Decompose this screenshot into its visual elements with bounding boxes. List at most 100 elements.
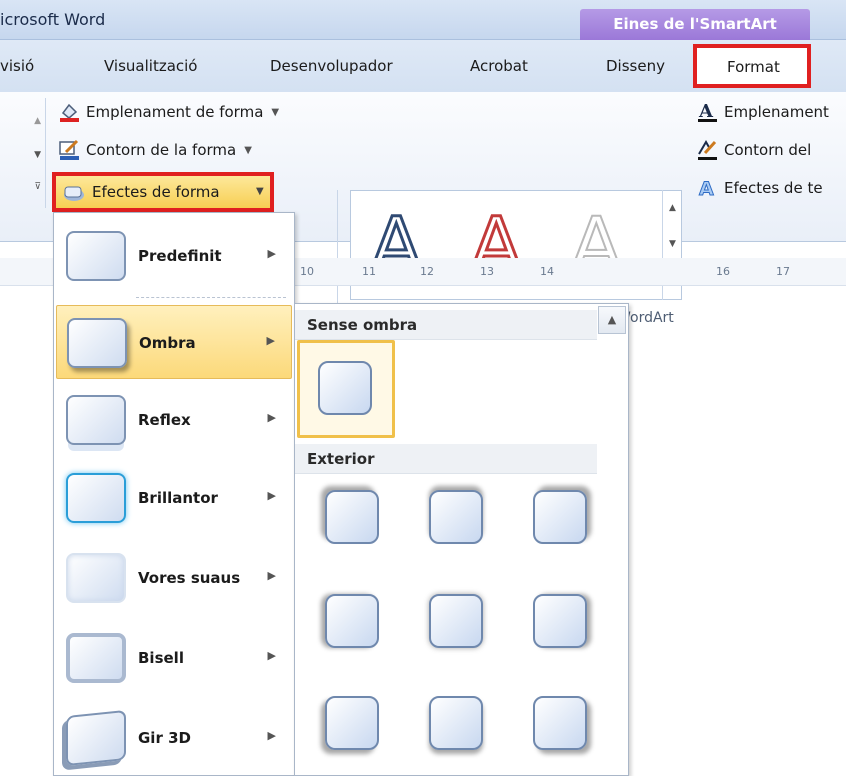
outer-shadow-preview-icon <box>533 490 587 544</box>
shape-effects-icon <box>62 183 86 207</box>
chevron-right-icon: ▶ <box>267 569 276 582</box>
section-header-outer: Exterior <box>295 444 597 474</box>
smartart-tools-header: Eines de l'SmartArt <box>580 9 810 40</box>
ruler-mark: 13 <box>480 265 494 278</box>
ruler-mark: 14 <box>540 265 554 278</box>
shadow-option-outer-9[interactable] <box>513 690 607 776</box>
chevron-right-icon: ▶ <box>267 489 276 502</box>
menu-separator <box>136 297 286 298</box>
chevron-down-icon: ▼ <box>244 144 252 156</box>
shape-fill-button[interactable]: Emplenament de forma ▼ <box>58 98 279 126</box>
ruler-mark: 16 <box>716 265 730 278</box>
menu-item-label: Predefinit <box>138 247 222 265</box>
ruler-mark: 12 <box>420 265 434 278</box>
outer-shadow-preview-icon <box>429 594 483 648</box>
outer-shadow-preview-icon <box>533 594 587 648</box>
text-effects-icon: A <box>696 177 718 201</box>
gallery-more-icon[interactable]: ⊽ <box>34 182 41 192</box>
tab-revisio[interactable]: visió <box>0 57 34 75</box>
shadow-option-outer-4[interactable] <box>305 588 399 682</box>
menu-item-vores-suaus[interactable]: Vores suaus ▶ <box>56 541 292 615</box>
chevron-down-icon: ▼ <box>256 186 264 197</box>
tab-format-label: Format <box>727 58 780 76</box>
chevron-right-icon: ▶ <box>267 247 276 260</box>
outer-shadow-preview-icon <box>325 490 379 544</box>
ruler-mark: 11 <box>362 265 376 278</box>
gallery-down-arrow-icon[interactable]: ▼ <box>663 226 682 262</box>
shape-fill-label: Emplenament de forma <box>86 103 264 121</box>
shape-outline-button[interactable]: Contorn de la forma ▼ <box>58 136 252 164</box>
text-fill-icon: A <box>696 101 718 123</box>
shadow-thumbnail-icon <box>67 318 127 368</box>
menu-item-label: Reflex <box>138 411 191 429</box>
tab-disseny[interactable]: Disseny <box>606 57 665 75</box>
chevron-down-icon: ▼ <box>271 106 280 118</box>
shape-style-gallery-edge: ▲ ▼ ⊽ <box>0 98 46 208</box>
soft-edges-thumbnail-icon <box>66 553 126 603</box>
text-fill-button[interactable]: A Emplenament <box>696 98 829 126</box>
shape-effects-menu: Predefinit ▶ Ombra ▶ Reflex ▶ Brillantor… <box>53 212 295 776</box>
menu-item-brillantor[interactable]: Brillantor ▶ <box>56 461 292 535</box>
outer-shadow-preview-icon <box>533 696 587 750</box>
menu-item-label: Gir 3D <box>138 729 191 747</box>
shape-effects-button[interactable]: Efectes de forma ▼ <box>52 172 274 212</box>
menu-item-gir-3d[interactable]: Gir 3D ▶ <box>56 701 292 775</box>
shadow-option-outer-8[interactable] <box>409 690 503 776</box>
shadow-option-outer-7[interactable] <box>305 690 399 776</box>
shadow-option-outer-5[interactable] <box>409 588 503 682</box>
ruler-mark: 10 <box>300 265 314 278</box>
tab-desenvolupador[interactable]: Desenvolupador <box>270 57 393 75</box>
title-bar: icrosoft Word Eines de l'SmartArt <box>0 0 846 40</box>
text-outline-button[interactable]: Contorn del <box>696 136 811 164</box>
tab-acrobat[interactable]: Acrobat <box>470 57 528 75</box>
text-outline-label: Contorn del <box>724 141 812 159</box>
gallery-up-arrow-icon[interactable]: ▲ <box>34 116 41 126</box>
app-title: icrosoft Word <box>0 10 106 29</box>
shadow-option-outer-2[interactable] <box>409 484 503 578</box>
chevron-right-icon: ▶ <box>266 334 275 347</box>
menu-item-label: Brillantor <box>138 489 218 507</box>
preset-thumbnail-icon <box>66 231 126 281</box>
outer-shadow-preview-icon <box>325 696 379 750</box>
menu-item-reflex[interactable]: Reflex ▶ <box>56 383 292 457</box>
gallery-up-arrow-icon[interactable]: ▲ <box>663 190 682 226</box>
no-shadow-preview-icon <box>318 361 372 415</box>
shadow-gallery: Sense ombra ▲ Exterior <box>294 303 629 776</box>
svg-text:A: A <box>698 101 714 122</box>
outer-shadow-preview-icon <box>429 490 483 544</box>
shape-effects-label: Efectes de forma <box>92 183 220 201</box>
menu-item-label: Ombra <box>139 334 196 352</box>
outer-shadow-preview-icon <box>429 696 483 750</box>
tab-visualitzacio[interactable]: Visualització <box>104 57 198 75</box>
bevel-thumbnail-icon <box>66 633 126 683</box>
scroll-up-arrow-icon[interactable]: ▲ <box>598 306 626 334</box>
menu-item-label: Vores suaus <box>138 569 241 587</box>
menu-item-label: Bisell <box>138 649 184 667</box>
text-fill-label: Emplenament <box>724 103 829 121</box>
3d-rotation-thumbnail-icon <box>66 709 126 767</box>
shadow-option-outer-3[interactable] <box>513 484 607 578</box>
shadow-option-none[interactable] <box>297 340 395 438</box>
ruler-mark: 17 <box>776 265 790 278</box>
reflection-thumbnail-icon <box>66 395 126 445</box>
text-effects-button[interactable]: A Efectes de te <box>696 174 823 202</box>
text-effects-label: Efectes de te <box>724 179 823 197</box>
gallery-down-arrow-icon[interactable]: ▼ <box>34 150 41 160</box>
svg-text:A: A <box>699 178 714 199</box>
shadow-option-outer-6[interactable] <box>513 588 607 682</box>
shadow-option-outer-1[interactable] <box>305 484 399 578</box>
tab-format[interactable]: Format <box>693 44 811 88</box>
chevron-right-icon: ▶ <box>267 649 276 662</box>
menu-item-bisell[interactable]: Bisell ▶ <box>56 621 292 695</box>
shape-outline-label: Contorn de la forma <box>86 141 237 159</box>
paint-bucket-icon <box>58 101 80 123</box>
menu-item-ombra[interactable]: Ombra ▶ <box>56 305 292 379</box>
outer-shadow-preview-icon <box>325 594 379 648</box>
menu-item-predefinit[interactable]: Predefinit ▶ <box>56 219 292 293</box>
section-header-no-shadow: Sense ombra <box>295 310 597 340</box>
pencil-outline-icon <box>58 139 80 161</box>
chevron-right-icon: ▶ <box>267 411 276 424</box>
chevron-right-icon: ▶ <box>267 729 276 742</box>
text-outline-icon <box>696 139 718 161</box>
glow-thumbnail-icon <box>66 473 126 523</box>
